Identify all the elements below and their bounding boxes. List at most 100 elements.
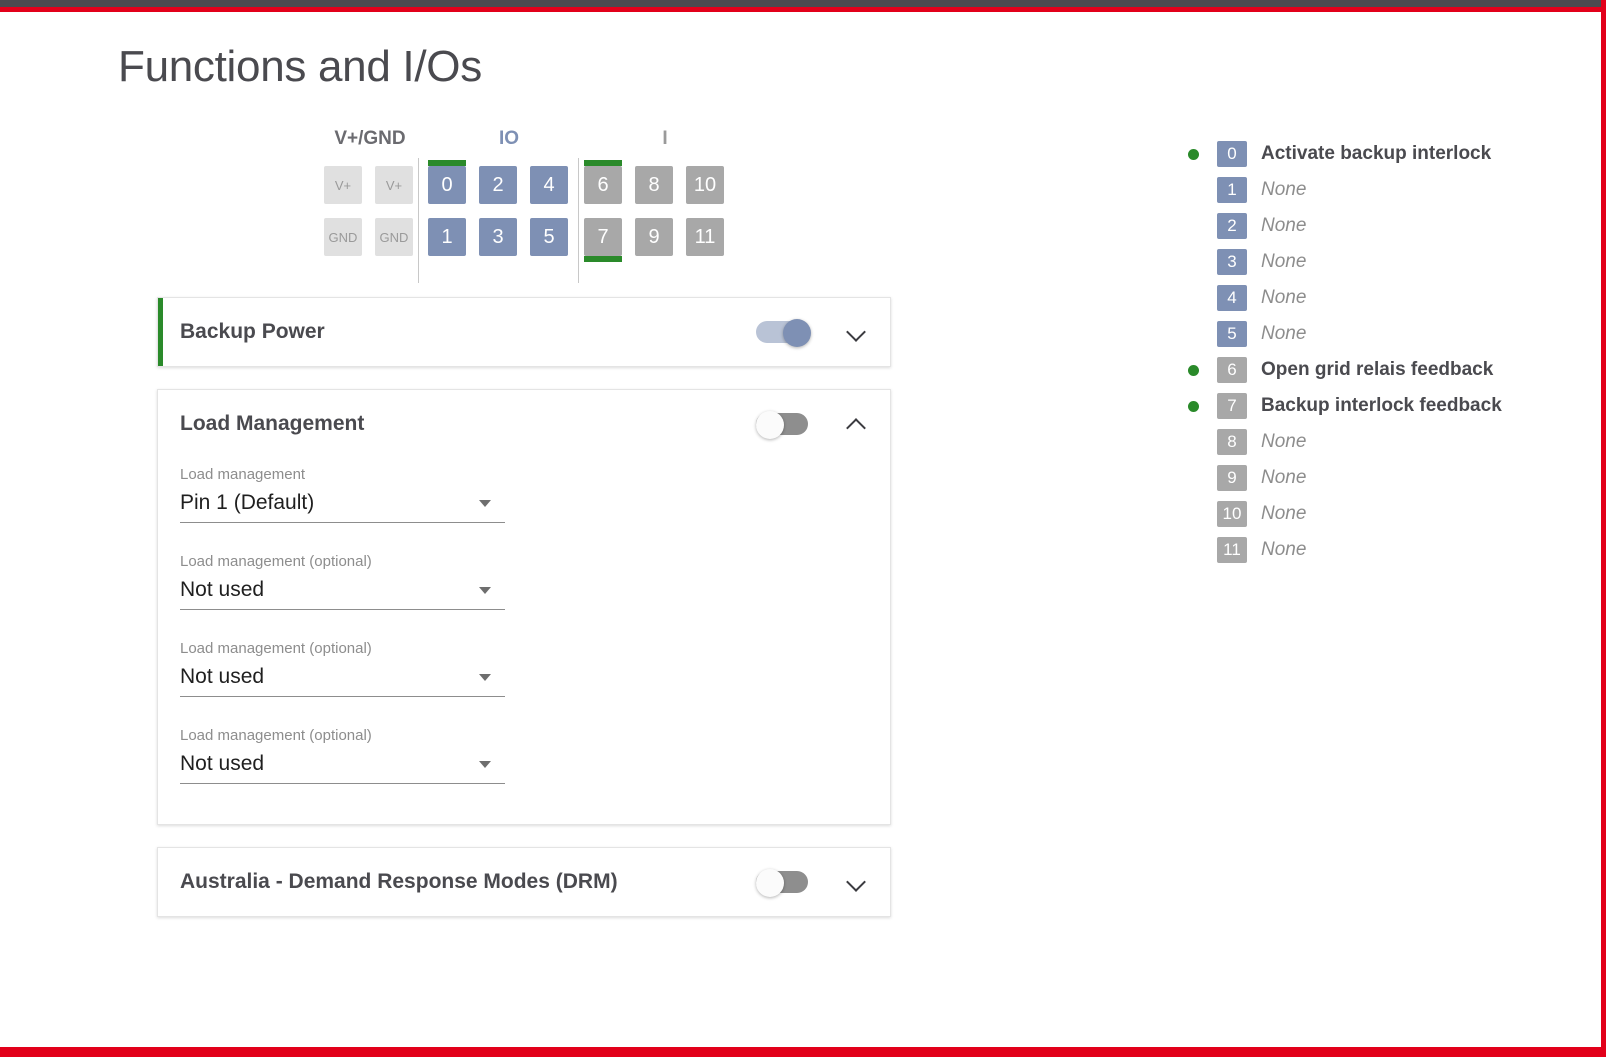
pin-6-active-marker	[584, 160, 622, 166]
function-cards: Backup Power Load Management L	[157, 297, 891, 939]
pin-function-label: None	[1261, 323, 1306, 345]
status-dot-icon	[1188, 509, 1199, 520]
select-value: Not used	[180, 665, 264, 688]
pin-assignment-row-11: 11 None	[1188, 532, 1588, 568]
pin-0[interactable]: 0	[428, 166, 466, 204]
pin-map: V+/GND IO I V+ V+ GND GND 0 2 4 1 3 5	[320, 128, 744, 268]
pin-assignment-row-7: 7 Backup interlock feedback	[1188, 388, 1588, 424]
status-dot-icon	[1188, 221, 1199, 232]
pin-7-active-marker	[584, 256, 622, 262]
toggle-knob	[756, 869, 784, 897]
pin-group-label-io: IO	[432, 128, 586, 150]
chevron-down-icon	[479, 761, 491, 768]
pin-8[interactable]: 8	[635, 166, 673, 204]
pin-assignment-row-8: 8 None	[1188, 424, 1588, 460]
select-load-management-optional-1[interactable]: Not used	[180, 578, 505, 610]
bottom-red-accent-bar	[0, 1047, 1606, 1057]
field-load-management-optional-3: Load management (optional) Not used	[180, 727, 505, 784]
pin-assignment-row-2: 2 None	[1188, 208, 1588, 244]
pin-function-label: Activate backup interlock	[1261, 143, 1491, 165]
pin-badge: 5	[1217, 321, 1247, 347]
pin-11[interactable]: 11	[686, 218, 724, 256]
right-red-accent-bar	[1601, 0, 1606, 1057]
pin-10[interactable]: 10	[686, 166, 724, 204]
pin-rows: V+ V+ GND GND 0 2 4 1 3 5 6 8 10	[320, 158, 744, 268]
pin-vplus-2[interactable]: V+	[375, 166, 413, 204]
status-dot-icon	[1188, 329, 1199, 340]
select-value: Not used	[180, 578, 264, 601]
pin-6-label: 6	[597, 174, 608, 197]
pin-3[interactable]: 3	[479, 218, 517, 256]
card-drm-toggle[interactable]	[756, 869, 812, 895]
pin-function-label: Open grid relais feedback	[1261, 359, 1493, 381]
chevron-up-icon-load-management[interactable]	[846, 413, 868, 435]
pin-6[interactable]: 6	[584, 166, 622, 204]
chevron-down-icon-drm[interactable]	[846, 871, 868, 893]
toggle-knob	[783, 319, 811, 347]
card-drm-header[interactable]: Australia - Demand Response Modes (DRM)	[158, 848, 890, 916]
pin-group-label-input: I	[588, 128, 742, 150]
status-dot-icon	[1188, 437, 1199, 448]
select-value: Pin 1 (Default)	[180, 491, 314, 514]
toggle-knob	[756, 411, 784, 439]
page-content: Functions and I/Os V+/GND IO I V+ V+ GND…	[0, 12, 1601, 1047]
pin-assignment-row-1: 1 None	[1188, 172, 1588, 208]
pin-function-label: Backup interlock feedback	[1261, 395, 1502, 417]
pin-badge: 9	[1217, 465, 1247, 491]
pin-badge: 8	[1217, 429, 1247, 455]
chevron-down-icon	[479, 587, 491, 594]
pin-function-label: None	[1261, 179, 1306, 201]
pin-group-divider-1	[418, 158, 419, 283]
select-load-management-optional-2[interactable]: Not used	[180, 665, 505, 697]
pin-1[interactable]: 1	[428, 218, 466, 256]
select-load-management-primary[interactable]: Pin 1 (Default)	[180, 491, 505, 523]
card-backup-power-toggle[interactable]	[756, 319, 812, 345]
select-load-management-optional-3[interactable]: Not used	[180, 752, 505, 784]
status-dot-icon	[1188, 365, 1199, 376]
pin-badge: 1	[1217, 177, 1247, 203]
field-label: Load management	[180, 466, 505, 483]
pin-gnd-2[interactable]: GND	[375, 218, 413, 256]
pin-assignment-row-3: 3 None	[1188, 244, 1588, 280]
pin-badge: 3	[1217, 249, 1247, 275]
status-dot-icon	[1188, 401, 1199, 412]
pin-function-label: None	[1261, 251, 1306, 273]
pin-vplus-1[interactable]: V+	[324, 166, 362, 204]
pin-assignment-row-10: 10 None	[1188, 496, 1588, 532]
status-dot-icon	[1188, 257, 1199, 268]
card-load-management-toggle[interactable]	[756, 411, 812, 437]
field-label: Load management (optional)	[180, 727, 505, 744]
pin-gnd-1[interactable]: GND	[324, 218, 362, 256]
pin-badge: 4	[1217, 285, 1247, 311]
select-value: Not used	[180, 752, 264, 775]
pin-function-label: None	[1261, 215, 1306, 237]
pin-9[interactable]: 9	[635, 218, 673, 256]
card-load-management-header[interactable]: Load Management	[158, 390, 890, 458]
pin-assignment-row-0: 0 Activate backup interlock	[1188, 136, 1588, 172]
pin-assignment-row-4: 4 None	[1188, 280, 1588, 316]
pin-group-divider-2	[578, 158, 579, 283]
pin-7[interactable]: 7	[584, 218, 622, 256]
pin-function-label: None	[1261, 467, 1306, 489]
field-label: Load management (optional)	[180, 640, 505, 657]
pin-badge: 11	[1217, 537, 1247, 563]
pin-badge: 10	[1217, 501, 1247, 527]
field-load-management-optional-2: Load management (optional) Not used	[180, 640, 505, 697]
pin-group-labels: V+/GND IO I	[320, 128, 744, 154]
pin-badge: 7	[1217, 393, 1247, 419]
status-dot-icon	[1188, 149, 1199, 160]
chevron-down-icon-backup-power[interactable]	[846, 321, 868, 343]
pin-4[interactable]: 4	[530, 166, 568, 204]
pin-2[interactable]: 2	[479, 166, 517, 204]
pin-function-label: None	[1261, 503, 1306, 525]
pin-assignment-row-6: 6 Open grid relais feedback	[1188, 352, 1588, 388]
status-dot-icon	[1188, 545, 1199, 556]
pin-5[interactable]: 5	[530, 218, 568, 256]
card-drm: Australia - Demand Response Modes (DRM)	[157, 847, 891, 917]
card-backup-power-header[interactable]: Backup Power	[158, 298, 890, 366]
pin-0-label: 0	[441, 174, 452, 197]
card-load-management-title: Load Management	[180, 412, 756, 436]
pin-assignment-list: 0 Activate backup interlock 1 None 2 Non…	[1188, 136, 1588, 568]
status-dot-icon	[1188, 473, 1199, 484]
pin-badge: 2	[1217, 213, 1247, 239]
